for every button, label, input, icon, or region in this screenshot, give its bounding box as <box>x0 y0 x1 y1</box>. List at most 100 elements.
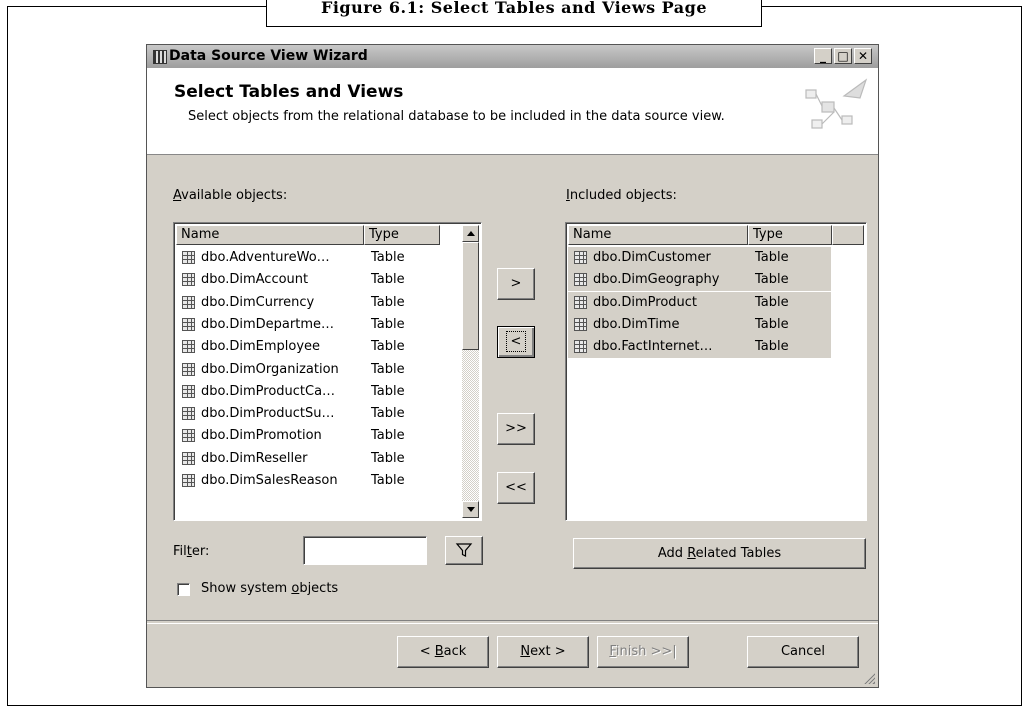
wizard-header: Select Tables and Views Select objects f… <box>147 68 878 155</box>
available-objects-label: Available objects: <box>173 188 288 203</box>
list-item[interactable]: dbo.DimDepartme… Table <box>176 314 438 336</box>
list-item[interactable]: dbo.AdventureWo… Table <box>176 247 438 269</box>
table-icon <box>182 251 195 264</box>
list-item[interactable]: dbo.DimReseller Table <box>176 448 438 470</box>
add-button[interactable]: > <box>497 268 535 300</box>
item-name: dbo.DimTime <box>593 316 680 332</box>
show-system-objects-label[interactable]: Show system objects <box>201 581 338 596</box>
page-description: Select objects from the relational datab… <box>188 109 725 124</box>
item-type: Table <box>371 294 405 310</box>
filter-input[interactable] <box>303 536 427 565</box>
available-scrollbar[interactable] <box>462 225 479 518</box>
add-all-button[interactable]: >> <box>497 413 535 445</box>
item-type: Table <box>755 272 789 288</box>
item-name: dbo.FactInternet… <box>593 339 713 355</box>
item-name: dbo.DimAccount <box>201 272 309 288</box>
table-icon <box>182 474 195 487</box>
item-name: dbo.DimSalesReason <box>201 473 338 488</box>
item-type: Table <box>371 406 405 422</box>
column-header-name[interactable]: Name <box>568 225 748 245</box>
list-item[interactable]: dbo.DimGeography Table <box>568 269 831 292</box>
item-name: dbo.DimGeography <box>593 272 720 288</box>
item-name: dbo.DimPromotion <box>201 428 322 444</box>
item-type: Table <box>755 250 789 265</box>
item-type: Table <box>755 294 789 310</box>
list-item[interactable]: dbo.FactInternet… Table <box>568 336 831 359</box>
column-header-name[interactable]: Name <box>176 225 364 245</box>
window-title: Data Source View Wizard <box>169 48 368 64</box>
filter-button[interactable] <box>445 536 483 565</box>
table-icon <box>182 362 195 376</box>
list-item[interactable]: dbo.DimCustomer Table <box>568 247 831 269</box>
remove-all-button[interactable]: << <box>497 472 535 504</box>
add-related-tables-button[interactable]: Add Related Tables <box>573 538 866 569</box>
available-objects-list[interactable]: Name Type dbo.AdventureWo… Table dbo.DimAc… <box>173 222 482 521</box>
item-name: dbo.DimProductCa… <box>201 383 336 399</box>
table-icon <box>182 451 195 465</box>
show-system-objects-checkbox[interactable] <box>177 583 190 596</box>
title-bar[interactable]: Data Source View Wizard _ □ ✕ <box>147 45 878 69</box>
included-objects-label: Included objects: <box>566 188 677 203</box>
finish-button[interactable]: Finish >>| <box>597 636 689 668</box>
app-icon <box>153 50 167 64</box>
included-objects-list[interactable]: Name Type dbo.DimCustomer Table dbo.DimGeo… <box>565 222 867 521</box>
table-icon <box>574 317 587 331</box>
list-item[interactable]: dbo.DimPromotion Table <box>176 425 438 447</box>
table-icon <box>182 429 195 443</box>
column-header-type[interactable]: Type <box>364 225 440 245</box>
table-icon <box>574 251 587 264</box>
item-type: Table <box>371 316 405 332</box>
item-type: Table <box>371 473 405 488</box>
filter-label: Filter: <box>173 544 210 559</box>
remove-button[interactable]: < <box>497 326 535 358</box>
table-icon <box>182 295 195 309</box>
figure-caption: Figure 6.1: Select Tables and Views Page <box>266 0 762 27</box>
scroll-down-button[interactable] <box>462 501 479 518</box>
table-icon <box>574 340 587 354</box>
list-item[interactable]: dbo.DimCurrency Table <box>176 292 438 314</box>
back-button[interactable]: < Back <box>397 636 489 668</box>
scroll-thumb[interactable] <box>462 242 479 350</box>
item-name: dbo.DimOrganization <box>201 361 339 377</box>
item-name: dbo.DimReseller <box>201 450 308 466</box>
table-icon <box>574 295 587 309</box>
next-button[interactable]: Next > <box>497 636 589 668</box>
item-type: Table <box>371 428 405 444</box>
scroll-up-button[interactable] <box>462 225 479 242</box>
wizard-window: Data Source View Wizard _ □ ✕ Select Tab… <box>146 44 879 688</box>
item-name: dbo.DimDepartme… <box>201 316 334 332</box>
list-item[interactable]: dbo.DimProductCa… Table <box>176 381 438 403</box>
resize-grip-icon[interactable] <box>863 672 875 684</box>
column-header-filler <box>832 225 864 245</box>
item-type: Table <box>371 361 405 377</box>
item-name: dbo.DimCurrency <box>201 294 315 310</box>
item-type: Table <box>371 339 405 355</box>
item-type: Table <box>755 339 789 355</box>
column-header-type[interactable]: Type <box>748 225 832 245</box>
list-item[interactable]: dbo.DimAccount Table <box>176 269 438 291</box>
table-icon <box>182 384 195 398</box>
table-icon <box>182 340 195 354</box>
table-icon <box>574 273 587 287</box>
list-item[interactable]: dbo.DimProduct Table <box>568 291 831 314</box>
list-item[interactable]: dbo.DimSalesReason Table <box>176 470 438 492</box>
item-type: Table <box>371 383 405 399</box>
minimize-button[interactable]: _ <box>814 48 832 64</box>
list-item[interactable]: dbo.DimOrganization Table <box>176 359 438 381</box>
item-name: dbo.DimProductSu… <box>201 406 335 422</box>
item-type: Table <box>371 250 405 265</box>
item-name: dbo.DimEmployee <box>201 339 321 355</box>
footer-separator <box>147 620 878 624</box>
list-item[interactable]: dbo.DimEmployee Table <box>176 336 438 358</box>
filter-funnel-icon <box>455 543 473 557</box>
list-item[interactable]: dbo.DimProductSu… Table <box>176 403 438 425</box>
page-title: Select Tables and Views <box>174 82 404 102</box>
maximize-button[interactable]: □ <box>834 48 852 64</box>
cancel-button[interactable]: Cancel <box>747 636 859 668</box>
wizard-graphic-icon <box>805 78 868 129</box>
item-name: dbo.DimProduct <box>593 294 698 310</box>
item-type: Table <box>755 316 789 332</box>
list-item[interactable]: dbo.DimTime Table <box>568 313 831 336</box>
item-name: dbo.AdventureWo… <box>201 250 330 265</box>
close-button[interactable]: ✕ <box>854 48 872 64</box>
